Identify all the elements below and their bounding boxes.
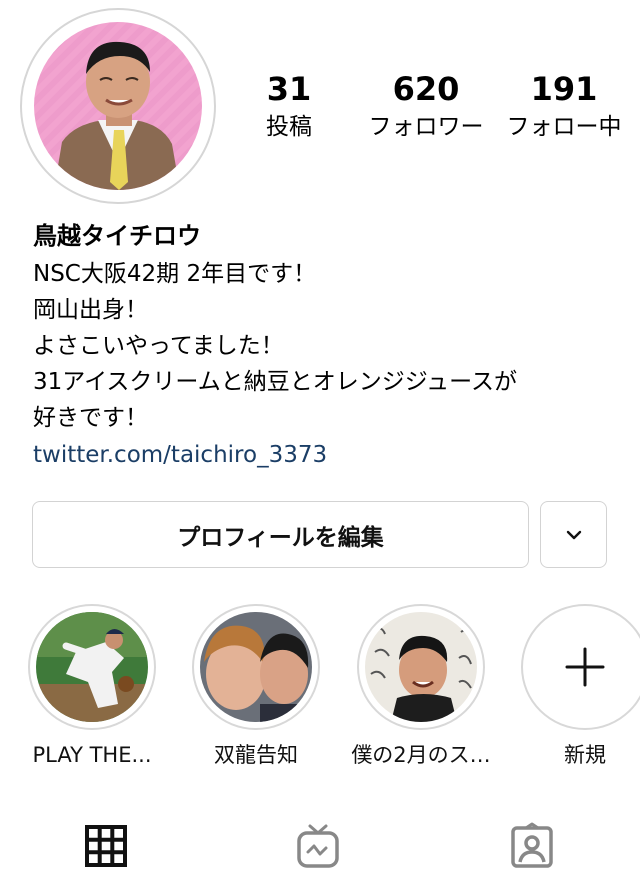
tab-grid[interactable] (82, 822, 130, 870)
tab-tagged[interactable] (508, 822, 556, 870)
tagged-icon (511, 822, 553, 868)
avatar[interactable] (34, 22, 202, 190)
avatar-photo (54, 41, 180, 190)
followers-count: 620 (392, 70, 460, 108)
stat-posts[interactable]: 31 投稿 (248, 70, 330, 144)
stat-following[interactable]: 191 フォロー中 (500, 70, 628, 144)
bio-line: NSC大阪42期 2年目です！ (33, 261, 317, 287)
bio-line: 31アイスクリームと納豆とオレンジジュースが (33, 369, 517, 395)
highlight-label: 僕の2月のス… (351, 743, 491, 767)
highlight-february[interactable] (357, 604, 485, 730)
bio-line: よさこいやってました！ (33, 333, 284, 359)
igtv-icon (297, 824, 339, 868)
highlight-label: PLAY THE... (32, 743, 152, 767)
suggested-accounts-button[interactable] (540, 501, 607, 568)
posts-count: 31 (266, 70, 312, 108)
bio-link[interactable]: twitter.com/taichiro_3373 (33, 436, 633, 474)
profile-name: 鳥越タイチロウ (33, 222, 201, 250)
highlight-label: 新規 (564, 743, 606, 767)
edit-profile-button[interactable]: プロフィールを編集 (32, 501, 529, 568)
highlight-cover-duo (200, 612, 312, 722)
profile-bio: 鳥越タイチロウ NSC大阪42期 2年目です！ 岡山出身！ よさこいやってました… (33, 216, 633, 474)
grid-icon (85, 825, 127, 867)
following-count: 191 (530, 70, 598, 108)
chevron-down-icon (566, 530, 581, 539)
plus-icon (565, 647, 605, 687)
stat-followers[interactable]: 620 フォロワー (362, 70, 490, 144)
highlight-cover-baseball (36, 612, 148, 722)
bio-line: 好きです！ (33, 405, 148, 431)
tab-igtv[interactable] (294, 822, 342, 870)
posts-label: 投稿 (266, 114, 312, 140)
highlight-cover-whiteboard (365, 612, 477, 722)
highlight-souryu[interactable] (192, 604, 320, 730)
highlight-label: 双龍告知 (214, 743, 298, 767)
following-label: フォロー中 (506, 114, 622, 140)
bio-line: 岡山出身！ (33, 297, 148, 323)
profile-avatar-ring[interactable] (20, 8, 216, 204)
highlight-play-the[interactable] (28, 604, 156, 730)
followers-label: フォロワー (368, 114, 484, 140)
highlight-new[interactable] (521, 604, 640, 730)
